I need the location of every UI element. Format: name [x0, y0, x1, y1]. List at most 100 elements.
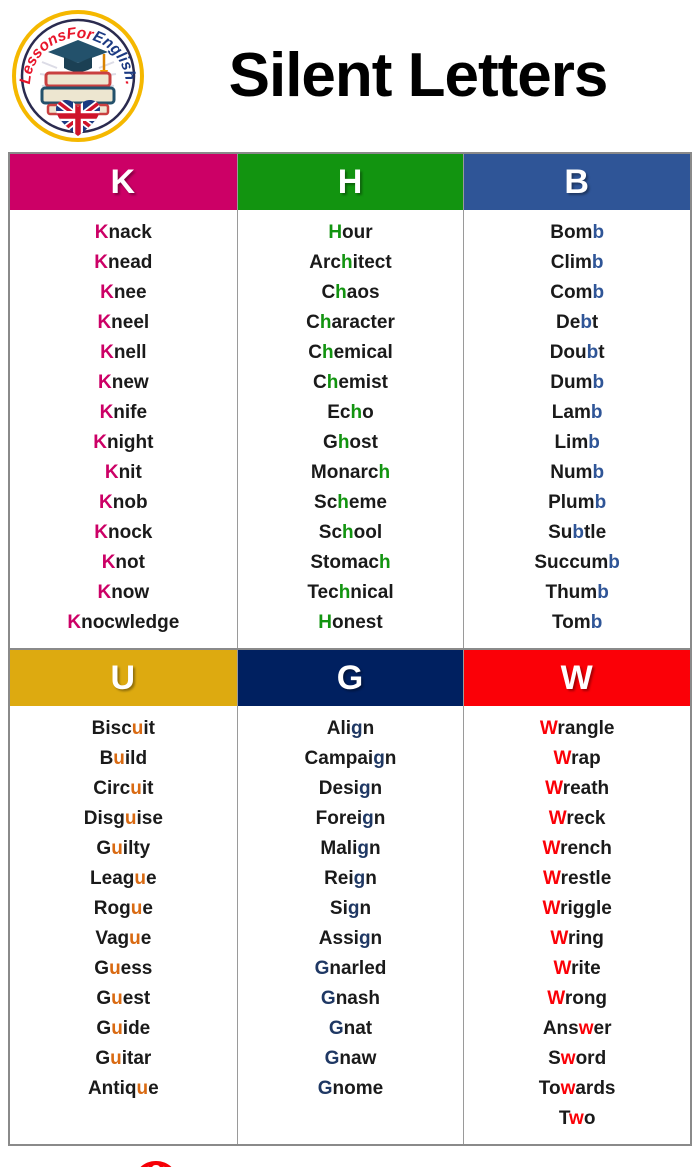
word-suffix: emical: [333, 342, 393, 363]
silent-letter: w: [560, 1048, 576, 1069]
word-suffix: neel: [111, 312, 150, 333]
word-prefix: Su: [548, 522, 573, 543]
word-item: Debt: [464, 308, 690, 338]
word-suffix: aos: [346, 282, 380, 303]
column-header-w: W: [464, 650, 690, 706]
word-prefix: Clim: [550, 252, 592, 273]
word-suffix: ord: [575, 1048, 607, 1069]
word-item: Sign: [238, 894, 464, 924]
silent-letter: K: [94, 252, 109, 273]
silent-letter: w: [560, 1078, 576, 1099]
word-item: Knee: [10, 278, 237, 308]
silent-letter: b: [608, 552, 620, 573]
silent-letter: h: [337, 432, 350, 453]
site-footer: WWW lessonsforenglish.com: [0, 1146, 700, 1167]
word-prefix: Assi: [318, 928, 359, 949]
silent-letter: K: [99, 492, 113, 513]
word-prefix: To: [538, 1078, 561, 1099]
word-suffix: ool: [353, 522, 383, 543]
word-item: Knife: [10, 398, 237, 428]
www-globe-cursor-icon: WWW: [132, 1160, 184, 1167]
silent-letter: b: [594, 492, 607, 513]
column-u: U Biscuit Build Circuit Disguise Guilty Leagu…: [10, 650, 237, 1144]
word-suffix: er: [593, 1018, 612, 1039]
word-prefix: Mali: [320, 838, 358, 859]
word-item: Guitar: [10, 1044, 237, 1074]
word-suffix: ild: [124, 748, 148, 769]
word-item: Succumb: [464, 548, 690, 578]
word-suffix: nash: [335, 988, 381, 1009]
word-prefix: Disg: [83, 808, 125, 829]
word-suffix: n: [384, 748, 397, 769]
silent-letter: h: [338, 582, 351, 603]
word-suffix: ilty: [122, 838, 151, 859]
word-item: Guide: [10, 1014, 237, 1044]
word-suffix: est: [122, 988, 151, 1009]
word-prefix: Sc: [314, 492, 338, 513]
silent-letter: h: [335, 282, 347, 303]
word-suffix: tle: [583, 522, 607, 543]
word-suffix: nit: [118, 462, 142, 483]
word-prefix: De: [556, 312, 581, 333]
word-prefix: Monarc: [310, 462, 379, 483]
word-suffix: n: [365, 868, 377, 889]
word-prefix: T: [558, 1108, 570, 1129]
word-suffix: o: [583, 1108, 596, 1129]
silent-letter: u: [130, 898, 143, 919]
silent-letter: b: [597, 582, 609, 603]
column-g: G Align Campaign Design Foreign Malign Reign S…: [236, 650, 464, 1144]
lessonsforenglish-logo: LessonsForEnglish.Com: [12, 10, 144, 142]
silent-letter: K: [99, 402, 114, 423]
word-suffix: n: [373, 808, 386, 829]
word-suffix: e: [140, 928, 152, 949]
word-prefix: B: [99, 748, 114, 769]
word-suffix: n: [359, 898, 372, 919]
word-prefix: Si: [329, 898, 348, 919]
word-prefix: Tom: [551, 612, 591, 633]
silent-letter: G: [320, 988, 336, 1009]
word-item: Plumb: [464, 488, 690, 518]
word-prefix: C: [321, 282, 336, 303]
word-item: Tomb: [464, 608, 690, 638]
word-item: Towards: [464, 1074, 690, 1104]
word-suffix: it: [141, 778, 154, 799]
word-suffix: o: [362, 402, 374, 423]
word-prefix: Tec: [307, 582, 339, 603]
silent-letter: W: [547, 988, 565, 1009]
silent-letter: K: [100, 342, 114, 363]
word-item: Hour: [238, 218, 464, 248]
word-suffix: narled: [329, 958, 387, 979]
silent-letter: K: [101, 552, 116, 573]
word-suffix: nob: [112, 492, 148, 513]
word-suffix: n: [370, 778, 383, 799]
silent-letter: u: [130, 778, 142, 799]
silent-letter: u: [113, 748, 125, 769]
silent-letter: b: [590, 612, 603, 633]
word-suffix: onest: [332, 612, 383, 633]
word-prefix: C: [308, 342, 322, 363]
column-header-b: B: [464, 154, 690, 210]
word-item: Vague: [10, 924, 237, 954]
word-suffix: rench: [560, 838, 612, 859]
column-header-k: K: [10, 154, 237, 210]
column-header-g: G: [237, 650, 464, 706]
silent-letter: w: [578, 1018, 594, 1039]
silent-letter: u: [129, 928, 141, 949]
word-list-u: Biscuit Build Circuit Disguise Guilty League R…: [10, 706, 237, 1144]
word-item: Chemical: [238, 338, 464, 368]
silent-letter: b: [586, 342, 599, 363]
silent-letter: w: [569, 1108, 584, 1129]
word-suffix: nead: [108, 252, 153, 273]
word-item: Knob: [10, 488, 237, 518]
word-item: Wreck: [464, 804, 690, 834]
silent-letter: g: [357, 838, 369, 859]
silent-letter: g: [353, 868, 366, 889]
word-suffix: nell: [113, 342, 147, 363]
word-prefix: Vag: [95, 928, 130, 949]
word-list-g: Align Campaign Design Foreign Malign Reign Sig…: [238, 706, 464, 1144]
word-suffix: n: [362, 718, 375, 739]
word-suffix: ise: [136, 808, 163, 829]
word-prefix: Dou: [549, 342, 587, 363]
word-item: Sword: [464, 1044, 690, 1074]
word-suffix: nat: [343, 1018, 373, 1039]
